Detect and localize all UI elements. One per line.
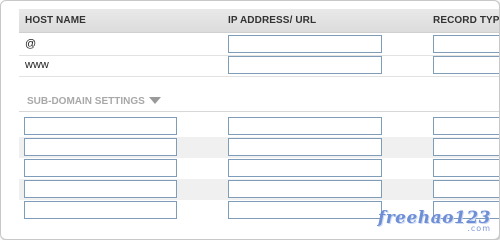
watermark-logo: freehao123 .com — [378, 208, 491, 233]
table-row: @ — [19, 34, 499, 56]
dns-settings-content: HOST NAME IP ADDRESS/ URL RECORD TYP @ w… — [19, 9, 500, 239]
column-header-host-name: HOST NAME — [25, 15, 86, 26]
subdomain-host-input[interactable] — [24, 117, 177, 135]
subdomain-ip-address-url-input[interactable] — [228, 138, 382, 156]
subdomain-row — [19, 179, 499, 200]
subdomain-row — [19, 137, 499, 158]
subdomain-host-input[interactable] — [24, 201, 177, 219]
host-name-label: @ — [25, 38, 37, 50]
section-divider — [19, 111, 499, 112]
subdomain-row — [19, 116, 499, 137]
host-name-label: www — [25, 59, 49, 71]
record-type-input[interactable] — [433, 56, 499, 74]
subdomain-record-type-input[interactable] — [433, 138, 499, 156]
subdomain-row — [19, 158, 499, 179]
table-row: www — [19, 55, 499, 77]
chevron-down-icon — [148, 96, 161, 104]
subdomain-ip-address-url-input[interactable] — [228, 180, 382, 198]
subdomain-record-type-input[interactable] — [433, 180, 499, 198]
subdomain-host-input[interactable] — [24, 180, 177, 198]
subdomain-ip-address-url-input[interactable] — [228, 159, 382, 177]
subdomain-host-input[interactable] — [24, 138, 177, 156]
subdomain-record-type-input[interactable] — [433, 159, 499, 177]
subdomain-record-type-input[interactable] — [433, 117, 499, 135]
table-header: HOST NAME IP ADDRESS/ URL RECORD TYP — [19, 9, 500, 33]
subdomain-ip-address-url-input[interactable] — [228, 117, 382, 135]
subdomain-ip-address-url-input[interactable] — [228, 201, 382, 219]
ip-address-url-input[interactable] — [228, 35, 382, 53]
subdomain-settings-title: SUB-DOMAIN SETTINGS — [27, 96, 145, 107]
dns-settings-panel: HOST NAME IP ADDRESS/ URL RECORD TYP @ w… — [0, 0, 500, 240]
column-header-record-type: RECORD TYP — [433, 15, 500, 26]
subdomain-settings-toggle[interactable]: SUB-DOMAIN SETTINGS — [27, 96, 161, 107]
ip-address-url-input[interactable] — [228, 56, 382, 74]
subdomain-host-input[interactable] — [24, 159, 177, 177]
column-header-ip-address-url: IP ADDRESS/ URL — [228, 15, 317, 26]
record-type-input[interactable] — [433, 35, 499, 53]
